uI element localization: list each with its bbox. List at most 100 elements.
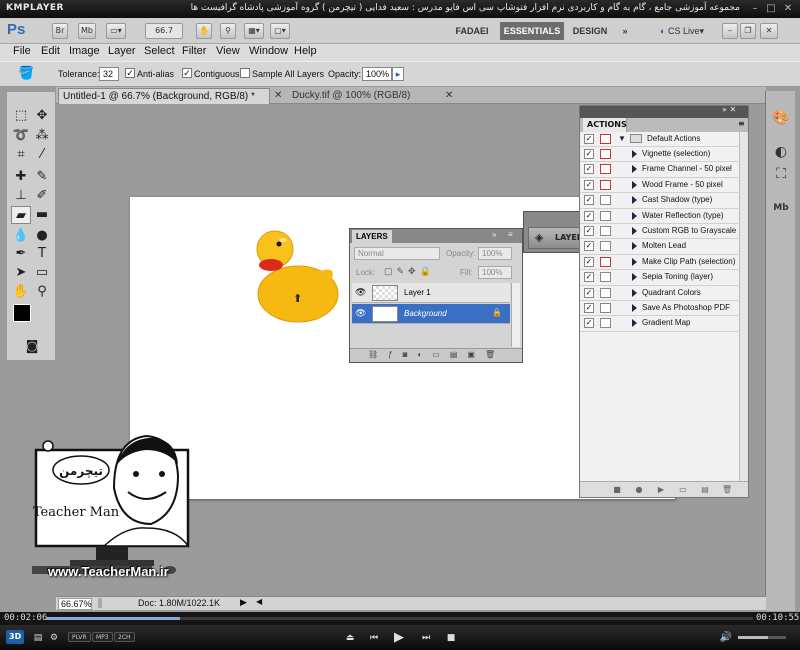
expand-arrow-icon[interactable] xyxy=(632,257,637,266)
dialog-toggle[interactable] xyxy=(600,226,611,236)
dialog-toggle[interactable] xyxy=(600,287,611,298)
layer-opacity-input[interactable]: 100% xyxy=(478,247,512,260)
more-workspaces-button[interactable]: » xyxy=(616,22,634,40)
toggle-checkbox[interactable]: ✓ xyxy=(584,287,594,298)
action-row[interactable]: ✓ Water Reflection (type) xyxy=(580,209,738,224)
shape-tool-icon[interactable]: ▭ xyxy=(32,264,52,282)
screen-mode-button[interactable]: ▢▾ xyxy=(270,23,290,39)
menu-edit[interactable]: Edit xyxy=(41,45,60,57)
ps-restore-button[interactable]: ❐ xyxy=(740,23,756,39)
pen-tool-icon[interactable]: ✒ xyxy=(11,245,31,263)
cs-live-button[interactable]: ◐ CS Live▾ xyxy=(652,22,712,40)
color-palette-icon[interactable]: 🎨 xyxy=(771,109,791,127)
toggle-checkbox[interactable]: ✓ xyxy=(584,134,594,144)
action-row[interactable]: ✓ Gradient Map xyxy=(580,316,738,332)
zoom-tool-icon[interactable]: ⚲ xyxy=(32,283,52,301)
status-arrow-icon[interactable]: ▶ xyxy=(240,597,247,608)
toggle-checkbox[interactable]: ✓ xyxy=(584,272,594,283)
minimize-icon[interactable]: – xyxy=(748,2,762,15)
zoom-status-field[interactable]: 66.67% xyxy=(58,598,92,610)
path-selection-tool-icon[interactable]: ➤ xyxy=(11,264,31,282)
dialog-toggle[interactable] xyxy=(600,164,611,175)
ps-minimize-button[interactable]: – xyxy=(722,23,738,39)
visibility-eye-icon[interactable]: 👁 xyxy=(355,288,366,297)
history-brush-tool-icon[interactable]: ✐ xyxy=(32,187,52,205)
toggle-checkbox[interactable]: ✓ xyxy=(584,303,594,313)
sample-all-layers-checkbox[interactable] xyxy=(240,68,250,78)
type-tool-icon[interactable]: T xyxy=(32,245,52,263)
dialog-toggle[interactable] xyxy=(600,134,611,144)
tab-close-icon[interactable]: ✕ xyxy=(270,88,282,104)
action-row[interactable]: ✓ Make Clip Path (selection) xyxy=(580,255,738,271)
mini-bridge-button[interactable]: Mb xyxy=(78,23,96,39)
foreground-color-swatch[interactable] xyxy=(13,304,31,322)
clone-stamp-tool-icon[interactable]: ⊥ xyxy=(11,187,31,205)
quick-mask-icon[interactable]: ◙ xyxy=(19,338,45,356)
toggle-checkbox[interactable]: ✓ xyxy=(584,179,594,190)
menu-file[interactable]: File xyxy=(13,45,31,57)
dialog-toggle[interactable] xyxy=(600,195,611,206)
previous-icon[interactable]: ⏮ xyxy=(366,630,382,646)
menu-help[interactable]: Help xyxy=(294,45,317,57)
toggle-checkbox[interactable]: ✓ xyxy=(584,256,594,267)
toggle-checkbox[interactable]: ✓ xyxy=(584,226,594,236)
3d-mode-button[interactable]: 3D xyxy=(6,630,25,644)
seek-bar[interactable] xyxy=(46,617,753,620)
action-row[interactable]: ✓ Cast Shadow (type) xyxy=(580,193,738,209)
expand-arrow-icon[interactable] xyxy=(632,180,637,189)
toggle-checkbox[interactable]: ✓ xyxy=(584,164,594,175)
workspace-design[interactable]: DESIGN xyxy=(566,22,614,40)
expand-arrow-icon[interactable] xyxy=(632,196,637,205)
action-row[interactable]: ✓ Molten Lead xyxy=(580,239,738,255)
play-icon[interactable]: ▶ xyxy=(391,630,407,646)
horizontal-scroll-left-icon[interactable]: ◀ xyxy=(256,597,262,606)
actions-tab[interactable]: ACTIONS xyxy=(583,118,627,132)
stop-recording-icon[interactable]: ■ xyxy=(612,485,622,494)
expand-arrow-icon[interactable] xyxy=(632,150,637,158)
hand-tool-icon[interactable]: ✋ xyxy=(11,283,31,301)
new-action-icon[interactable]: ▤ xyxy=(700,485,710,494)
expand-arrow-icon[interactable] xyxy=(632,211,637,220)
dialog-toggle[interactable] xyxy=(600,318,611,329)
playlist-icon[interactable]: ▤ xyxy=(30,630,46,646)
dialog-toggle[interactable] xyxy=(600,179,611,190)
move-tool-icon[interactable]: ✥ xyxy=(32,107,52,125)
action-row[interactable]: ✓ Wood Frame - 50 pixel xyxy=(580,178,738,194)
mini-bridge-icon[interactable]: Mb xyxy=(771,199,791,217)
toggle-checkbox[interactable]: ✓ xyxy=(584,210,594,221)
layer-footer-buttons-icons[interactable]: ⛓ƒ◙◐▭▤▣🗑 xyxy=(368,350,505,359)
marquee-tool-icon[interactable]: ⬚ xyxy=(11,107,31,125)
action-row[interactable]: ✓ Frame Channel - 50 pixel xyxy=(580,162,738,178)
expand-arrow-icon[interactable]: ▼ xyxy=(618,134,626,143)
antialias-checkbox[interactable]: ✓ xyxy=(125,68,135,78)
expand-arrow-icon[interactable] xyxy=(632,227,637,235)
expand-arrow-icon[interactable] xyxy=(632,165,637,174)
action-row[interactable]: ✓ Quadrant Colors xyxy=(580,286,738,301)
tab-ducky[interactable]: Ducky.tif @ 100% (RGB/8) xyxy=(288,88,436,104)
quick-selection-tool-icon[interactable]: ⁂ xyxy=(32,127,52,145)
settings-gear-icon[interactable]: ⚙ xyxy=(46,630,62,646)
adjustments-icon[interactable]: ◐ xyxy=(771,143,791,161)
menu-layer[interactable]: Layer xyxy=(108,45,136,57)
arrange-documents-button[interactable]: ▦▾ xyxy=(244,23,264,39)
zoom-level-select[interactable]: 66.7 xyxy=(145,23,183,39)
action-row[interactable]: ✓ Save As Photoshop PDF xyxy=(580,301,738,317)
layer-row-background[interactable]: 👁 Background 🔒 xyxy=(352,304,510,324)
expand-arrow-icon[interactable] xyxy=(632,319,637,328)
paint-bucket-preset-icon[interactable]: 🪣 xyxy=(18,65,34,81)
dodge-tool-icon[interactable]: ● xyxy=(32,227,52,245)
dialog-toggle[interactable] xyxy=(600,149,611,159)
record-icon[interactable]: ● xyxy=(634,485,644,494)
dialog-toggle[interactable] xyxy=(600,241,611,252)
extras-button[interactable]: ▭▾ xyxy=(106,23,126,39)
fill-input[interactable]: 100% xyxy=(478,266,512,279)
menu-image[interactable]: Image xyxy=(69,45,100,57)
opacity-input[interactable]: 100% xyxy=(362,67,392,81)
dialog-toggle[interactable] xyxy=(600,272,611,283)
contiguous-checkbox[interactable]: ✓ xyxy=(182,68,192,78)
tab-untitled-1[interactable]: Untitled-1 @ 66.7% (Background, RGB/8) * xyxy=(58,88,270,104)
menu-window[interactable]: Window xyxy=(249,45,288,57)
stop-icon[interactable]: ■ xyxy=(443,630,459,646)
visibility-eye-icon[interactable]: 👁 xyxy=(355,309,366,318)
play-selection-icon[interactable]: ▶ xyxy=(656,485,666,494)
